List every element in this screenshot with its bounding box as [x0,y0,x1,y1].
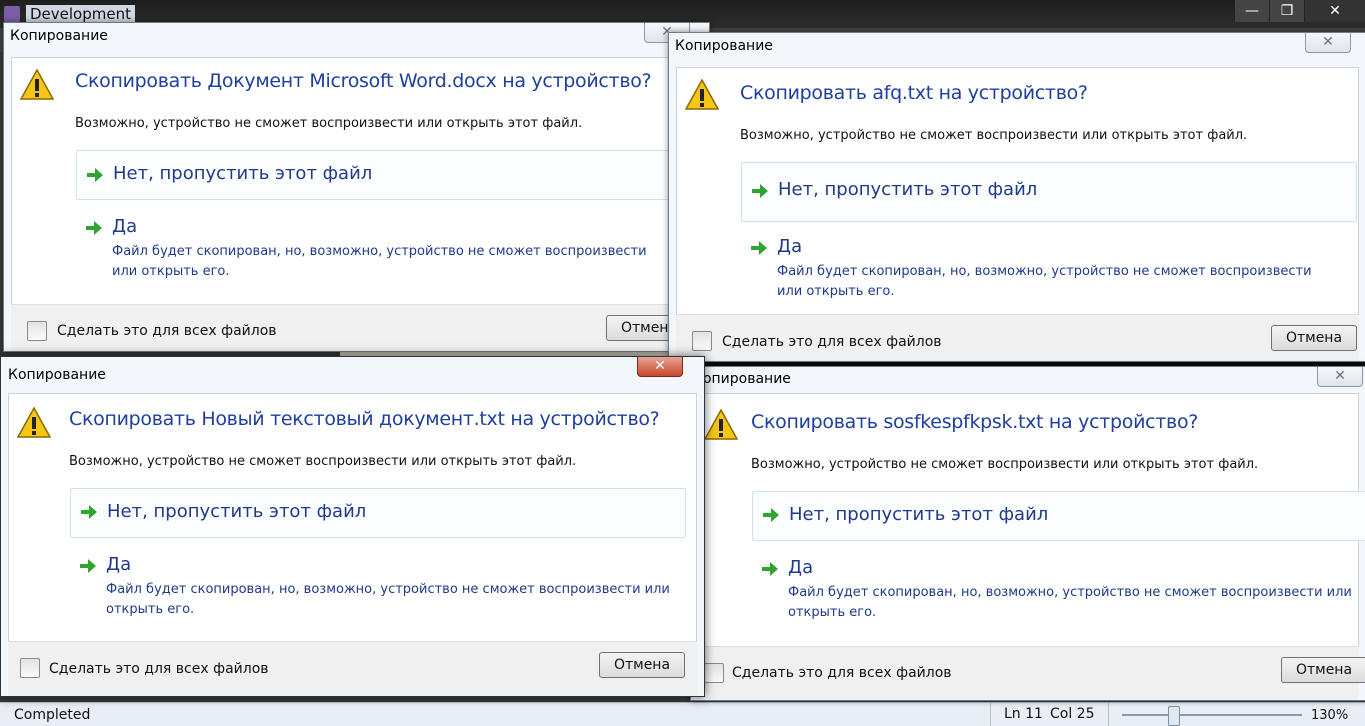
copy-anyway-option[interactable]: Да Файл будет скопирован, но, возможно, … [741,228,1355,308]
dialog-subtitle: Возможно, устройство не сможет воспроизв… [740,128,1248,143]
dialog-footer: Сделать это для всех файлов Отмена [8,641,697,696]
dialog-body: Скопировать Документ Microsoft Word.docx… [11,57,718,305]
apply-to-all-checkbox[interactable] [27,321,47,341]
column-number: Col 25 [1050,706,1095,722]
skip-file-label: Нет, пропустить этот файл [113,163,373,184]
copy-dialog: Копирование ✕ Скопировать sosfkespfkpsk.… [690,366,1365,701]
copy-anyway-option[interactable]: Да Файл будет скопирован, но, возможно, … [70,544,684,634]
dialog-subtitle: Возможно, устройство не сможет воспроизв… [69,454,577,469]
skip-file-option[interactable]: Нет, пропустить этот файл [70,488,686,538]
maximize-button[interactable]: ❐ [1269,0,1304,22]
copy-anyway-label: Да [777,236,803,257]
apply-to-all-checkbox[interactable] [692,331,712,351]
warning-icon [20,68,54,100]
copy-anyway-option[interactable]: Да Файл будет скопирован, но, возможно, … [752,547,1365,637]
zoom-level: 130% [1311,708,1349,723]
line-number: Ln 11 [1004,706,1043,722]
copy-anyway-label: Да [112,216,138,237]
minimize-button[interactable]: — [1234,0,1269,22]
dialog-body: Скопировать sosfkespfkpsk.txt на устройс… [698,393,1365,647]
zoom-slider-track[interactable] [1122,714,1302,716]
dialog-body: Скопировать afq.txt на устройство? Возмо… [676,67,1359,315]
green-arrow-icon [751,241,767,255]
dialog-question: Скопировать Документ Microsoft Word.docx… [75,70,652,92]
skip-file-option[interactable]: Нет, пропустить этот файл [752,491,1365,541]
dialog-footer: Сделать это для всех файлов Отмена [698,646,1365,700]
skip-file-label: Нет, пропустить этот файл [789,504,1049,525]
apply-to-all-checkbox[interactable] [704,663,724,683]
dialog-body: Скопировать Новый текстовый документ.txt… [8,393,697,642]
warning-icon [704,408,738,440]
warning-icon [17,406,51,438]
green-arrow-icon [762,562,778,576]
status-bar: Completed Ln 11 Col 25 130% [0,702,1365,726]
status-separator [1108,703,1109,726]
copy-dialog: Копирование ✕ Скопировать afq.txt на уст… [668,32,1365,362]
green-arrow-icon [80,559,96,573]
close-icon[interactable]: ✕ [1305,33,1351,53]
copy-dialog-active: Копирование ✕ Скопировать Новый текстовы… [0,356,705,697]
copy-anyway-description: Файл будет скопирован, но, возможно, уст… [112,244,647,279]
skip-file-label: Нет, пропустить этот файл [107,501,367,522]
status-text: Completed [14,707,91,723]
green-arrow-icon [86,221,102,235]
cancel-button[interactable]: Отмена [1281,657,1365,683]
ide-window-buttons: — ❐ ✕ [1234,0,1365,22]
apply-to-all-checkbox[interactable] [20,658,40,678]
apply-to-all-label: Сделать это для всех файлов [732,665,952,681]
status-separator [990,703,991,726]
green-arrow-icon [87,168,103,182]
dialog-title: Копирование [10,28,108,44]
dialog-title: Копирование [8,367,106,383]
skip-file-option[interactable]: Нет, пропустить этот файл [741,162,1357,222]
dialog-question: Скопировать afq.txt на устройство? [740,82,1088,104]
dialog-question: Скопировать Новый текстовый документ.txt… [69,408,660,430]
copy-dialog: Копирование ✕ Скопировать Документ Micro… [3,22,718,352]
skip-file-label: Нет, пропустить этот файл [778,179,1038,200]
dialog-footer: Сделать это для всех файлов Отмена [11,304,702,351]
copy-anyway-description: Файл будет скопирован, но, возможно, уст… [106,582,670,617]
close-icon[interactable]: ✕ [637,357,683,377]
close-window-button[interactable]: ✕ [1304,0,1365,22]
copy-anyway-description: Файл будет скопирован, но, возможно, уст… [777,264,1312,299]
skip-file-option[interactable]: Нет, пропустить этот файл [76,150,718,200]
cancel-button[interactable]: Отмена [599,652,685,678]
green-arrow-icon [81,505,97,519]
green-arrow-icon [763,508,779,522]
copy-anyway-label: Да [106,554,132,575]
dialog-question: Скопировать sosfkespfkpsk.txt на устройс… [751,411,1199,433]
dialog-footer: Сделать это для всех файлов Отмена [676,314,1359,361]
apply-to-all-label: Сделать это для всех файлов [49,661,269,677]
copy-anyway-label: Да [788,557,814,578]
apply-to-all-label: Сделать это для всех файлов [57,323,277,339]
zoom-slider-thumb[interactable] [1168,706,1180,726]
green-arrow-icon [752,184,768,198]
ide-title: Development [26,5,135,23]
dialog-title: Копирование [693,371,791,387]
copy-anyway-description: Файл будет скопирован, но, возможно, уст… [788,585,1352,620]
dialog-subtitle: Возможно, устройство не сможет воспроизв… [75,116,583,131]
dialog-subtitle: Возможно, устройство не сможет воспроизв… [751,457,1259,472]
cancel-button[interactable]: Отмена [1271,325,1357,351]
warning-icon [685,78,719,110]
dialog-title: Копирование [675,38,773,54]
apply-to-all-label: Сделать это для всех файлов [722,334,942,350]
app-logo-icon [4,6,20,22]
copy-anyway-option[interactable]: Да Файл будет скопирован, но, возможно, … [76,206,716,292]
close-icon[interactable]: ✕ [1317,367,1363,387]
